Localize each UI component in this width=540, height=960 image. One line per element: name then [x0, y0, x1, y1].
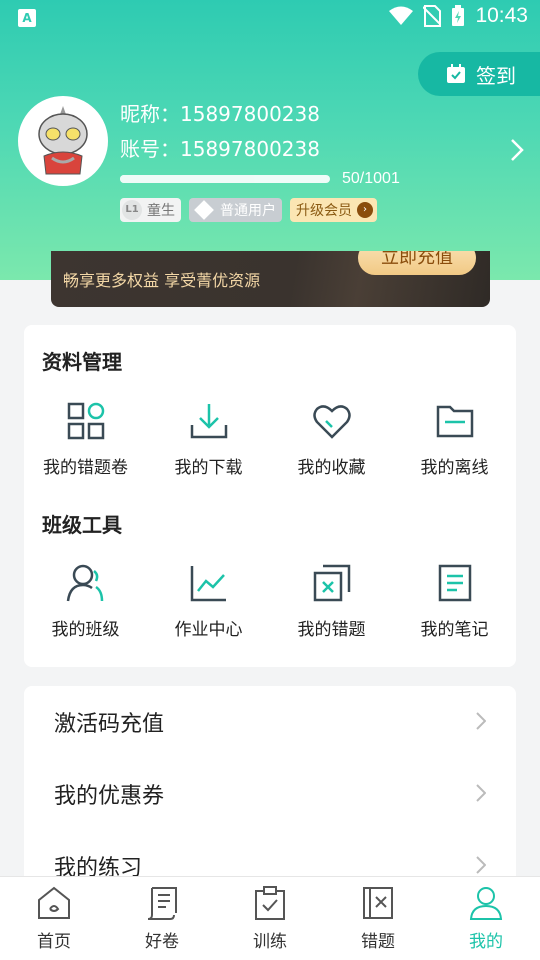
tab-label: 好卷: [145, 932, 179, 952]
section-title-data-management: 资料管理: [42, 350, 122, 374]
tab-mistakes[interactable]: 错题: [324, 877, 432, 960]
nickname-row: 昵称：15897800238: [120, 98, 320, 127]
clipboard-check-icon: [255, 886, 285, 920]
no-sim-icon: [423, 5, 442, 27]
level-code: L1: [122, 200, 142, 220]
level-progress-fill: [120, 175, 131, 183]
chevron-right-icon: [476, 856, 486, 874]
battery-charging-icon: [452, 5, 465, 26]
wifi-icon: [389, 6, 414, 25]
level-name: 童生: [147, 203, 175, 219]
tab-home[interactable]: 首页: [0, 877, 108, 960]
diamond-icon: [194, 200, 214, 220]
tab-label: 我的: [469, 932, 503, 952]
tab-mine[interactable]: 我的: [432, 877, 540, 960]
grid-item-homework-center[interactable]: 作业中心: [147, 563, 270, 640]
menu-item-activation-code[interactable]: 激活码充值: [24, 686, 516, 758]
badge-row: L1 童生 普通用户 升级会员 ›: [120, 198, 377, 222]
calendar-check-icon: [447, 64, 465, 83]
tab-training[interactable]: 训练: [216, 877, 324, 960]
chevron-right-icon: [476, 712, 486, 730]
chart-line-icon: [190, 566, 226, 602]
status-bar: A 10:43: [0, 0, 540, 36]
grid-item-my-class[interactable]: 我的班级: [24, 563, 147, 640]
ultraman-avatar-icon: [20, 98, 106, 184]
tab-label: 训练: [253, 932, 287, 952]
level-progress-text: 50/1001: [342, 170, 400, 187]
tab-label: 错题: [361, 932, 395, 952]
grid-label: 我的收藏: [297, 458, 366, 478]
tools-card: 资料管理 我的错题卷 我的下载 我的收藏 我的离线 班级工具 我的班级 作业中心…: [24, 325, 516, 667]
account-value: 15897800238: [180, 137, 320, 161]
grid-apps-icon: [67, 402, 104, 440]
menu-item-coupons[interactable]: 我的优惠券: [24, 758, 516, 830]
chevron-right-icon[interactable]: [510, 138, 524, 162]
checkin-button[interactable]: 签到: [418, 52, 540, 96]
vip-banner-text: 畅享更多权益 享受菁优资源: [63, 271, 261, 290]
home-icon: [38, 886, 70, 919]
grid-label: 作业中心: [174, 620, 243, 640]
grid-label: 我的班级: [51, 620, 120, 640]
upgrade-vip-button[interactable]: 升级会员 ›: [290, 198, 377, 222]
data-management-grid: 我的错题卷 我的下载 我的收藏 我的离线: [24, 401, 516, 478]
grid-item-downloads[interactable]: 我的下载: [147, 401, 270, 478]
mistake-book-icon: [363, 887, 393, 919]
grid-item-wrong-papers[interactable]: 我的错题卷: [24, 401, 147, 478]
status-time: 10:43: [475, 4, 528, 27]
tab-papers[interactable]: 好卷: [108, 877, 216, 960]
menu-item-label: 激活码充值: [54, 712, 165, 737]
menu-card: 激活码充值 我的优惠券 我的练习: [24, 686, 516, 886]
wrong-question-icon: [313, 564, 350, 602]
vip-banner[interactable]: 畅享更多权益 享受菁优资源 立即充值: [51, 251, 490, 307]
class-user-icon: [66, 564, 103, 602]
grid-label: 我的离线: [420, 458, 489, 478]
bottom-tab-bar: 首页 好卷 训练 错题 我的: [0, 876, 540, 960]
nickname-value: 15897800238: [180, 102, 320, 126]
section-title-class-tools: 班级工具: [42, 513, 122, 537]
level-badge: L1 童生: [120, 198, 181, 222]
user-type-badge: 普通用户: [189, 198, 282, 222]
account-label: 账号：: [120, 137, 180, 161]
grid-label: 我的笔记: [420, 620, 489, 640]
chevron-right-icon: [476, 784, 486, 802]
chevron-circle-right-icon: ›: [357, 202, 373, 218]
tab-label: 首页: [37, 932, 71, 952]
class-tools-grid: 我的班级 作业中心 我的错题 我的笔记: [24, 563, 516, 640]
checkin-label: 签到: [476, 63, 516, 88]
download-icon: [190, 404, 227, 439]
grid-label: 我的下载: [174, 458, 243, 478]
grid-item-favorites[interactable]: 我的收藏: [270, 401, 393, 478]
grid-item-my-notes[interactable]: 我的笔记: [393, 563, 516, 640]
user-type-label: 普通用户: [220, 203, 276, 219]
nickname-label: 昵称：: [120, 102, 180, 126]
grid-item-my-mistakes[interactable]: 我的错题: [270, 563, 393, 640]
person-icon: [469, 887, 503, 920]
scroll-icon: [147, 887, 177, 920]
heart-icon: [312, 405, 351, 439]
upgrade-vip-label: 升级会员: [296, 203, 352, 219]
note-icon: [438, 564, 471, 602]
menu-item-label: 我的优惠券: [54, 784, 165, 809]
grid-label: 我的错题: [297, 620, 366, 640]
avatar[interactable]: [18, 96, 108, 186]
level-progress-bar: [120, 175, 330, 183]
recharge-button[interactable]: 立即充值: [358, 251, 476, 275]
account-row: 账号：15897800238: [120, 133, 320, 162]
folder-icon: [436, 405, 473, 438]
grid-item-offline[interactable]: 我的离线: [393, 401, 516, 478]
app-notification-icon: A: [18, 9, 36, 27]
grid-label: 我的错题卷: [43, 458, 128, 478]
